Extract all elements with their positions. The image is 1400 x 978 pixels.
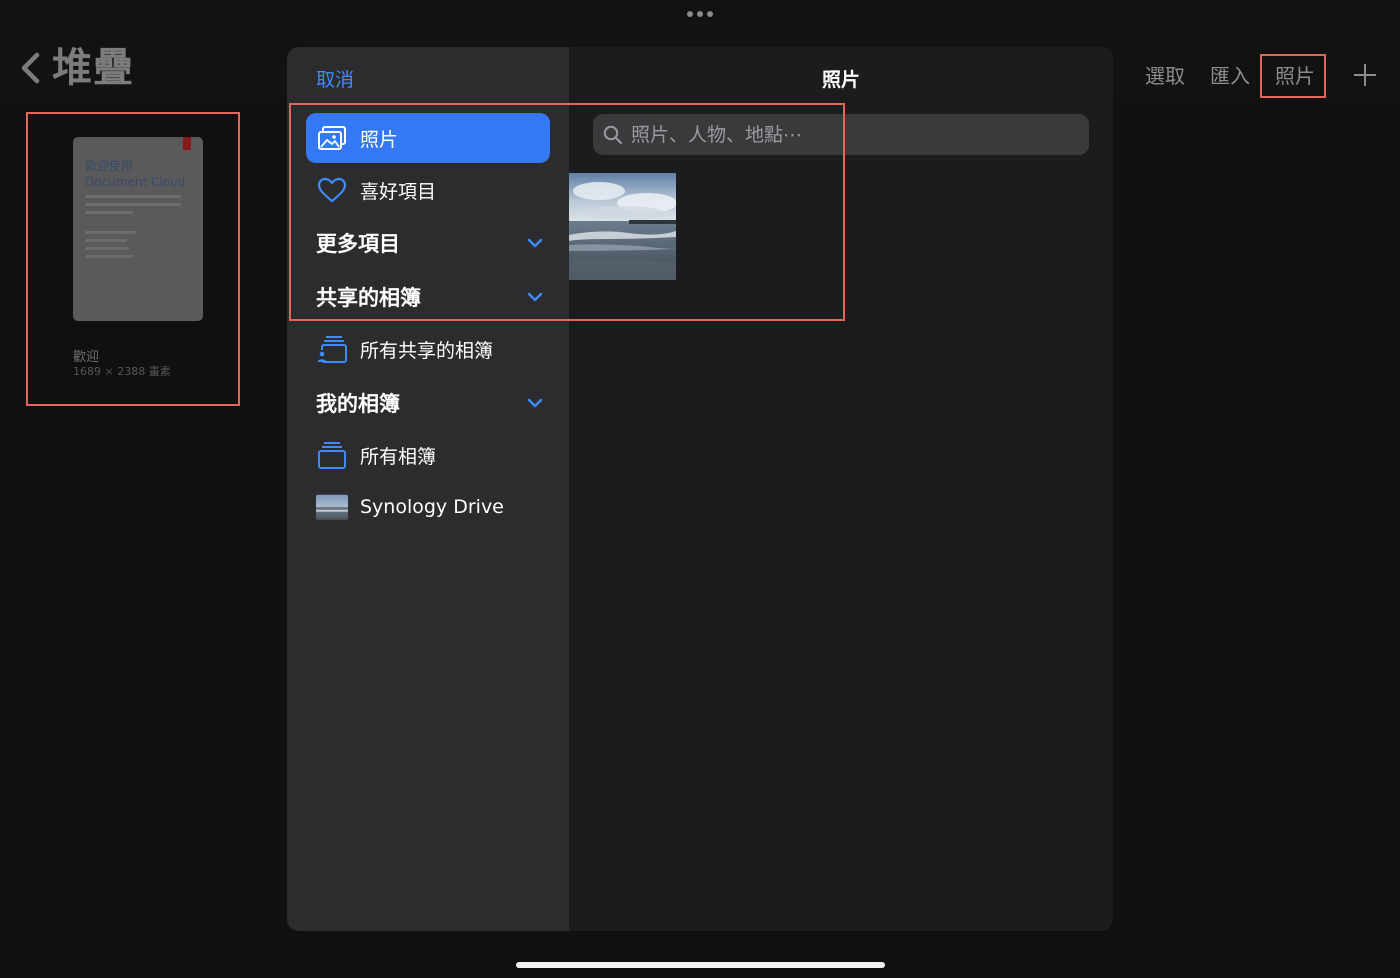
synology-album-thumbnail (316, 492, 348, 522)
thumb-text-line (85, 195, 181, 198)
photos-button-highlight (1260, 54, 1326, 98)
thumb-title-line1: 歡迎使用 (85, 159, 134, 173)
sidebar-item-label: Synology Drive (360, 496, 504, 518)
sidebar-item-all-albums[interactable]: 所有相簿 (306, 430, 550, 480)
section-label: 我的相簿 (316, 392, 400, 416)
section-my-albums[interactable]: 我的相簿 (316, 383, 550, 423)
adobe-logo-icon (183, 137, 191, 150)
picker-highlight (289, 103, 845, 321)
plus-icon[interactable] (1352, 62, 1378, 88)
sidebar-item-label: 所有相簿 (360, 445, 437, 468)
thumb-text-line (85, 255, 133, 258)
document-thumbnail[interactable]: 歡迎使用 Document Cloud (73, 137, 203, 321)
thumb-title-line2: Document Cloud (85, 175, 186, 189)
chevron-left-icon[interactable] (18, 52, 44, 84)
shared-album-icon (316, 334, 348, 364)
home-indicator (516, 962, 885, 968)
thumb-text-line (85, 211, 133, 214)
album-stack-icon (316, 440, 348, 470)
sidebar-item-label: 所有共享的相簿 (360, 339, 494, 362)
picker-title: 照片 (821, 69, 860, 91)
cancel-button[interactable]: 取消 (316, 67, 354, 93)
thumb-text-line (85, 247, 129, 250)
document-size: 1689 × 2388 畫素 (73, 365, 171, 378)
thumb-text-line (85, 203, 181, 206)
import-button[interactable]: 匯入 (1210, 60, 1250, 92)
sidebar-item-synology-drive[interactable]: Synology Drive (306, 482, 550, 532)
thumb-text-line (85, 231, 137, 234)
thumb-text-line (85, 239, 127, 242)
ellipsis-icon[interactable] (684, 8, 716, 20)
chevron-down-icon (527, 398, 543, 408)
sidebar-item-all-shared-albums[interactable]: 所有共享的相簿 (306, 324, 550, 374)
select-button[interactable]: 選取 (1145, 60, 1185, 92)
back-title[interactable]: 堆疊 (52, 44, 134, 92)
